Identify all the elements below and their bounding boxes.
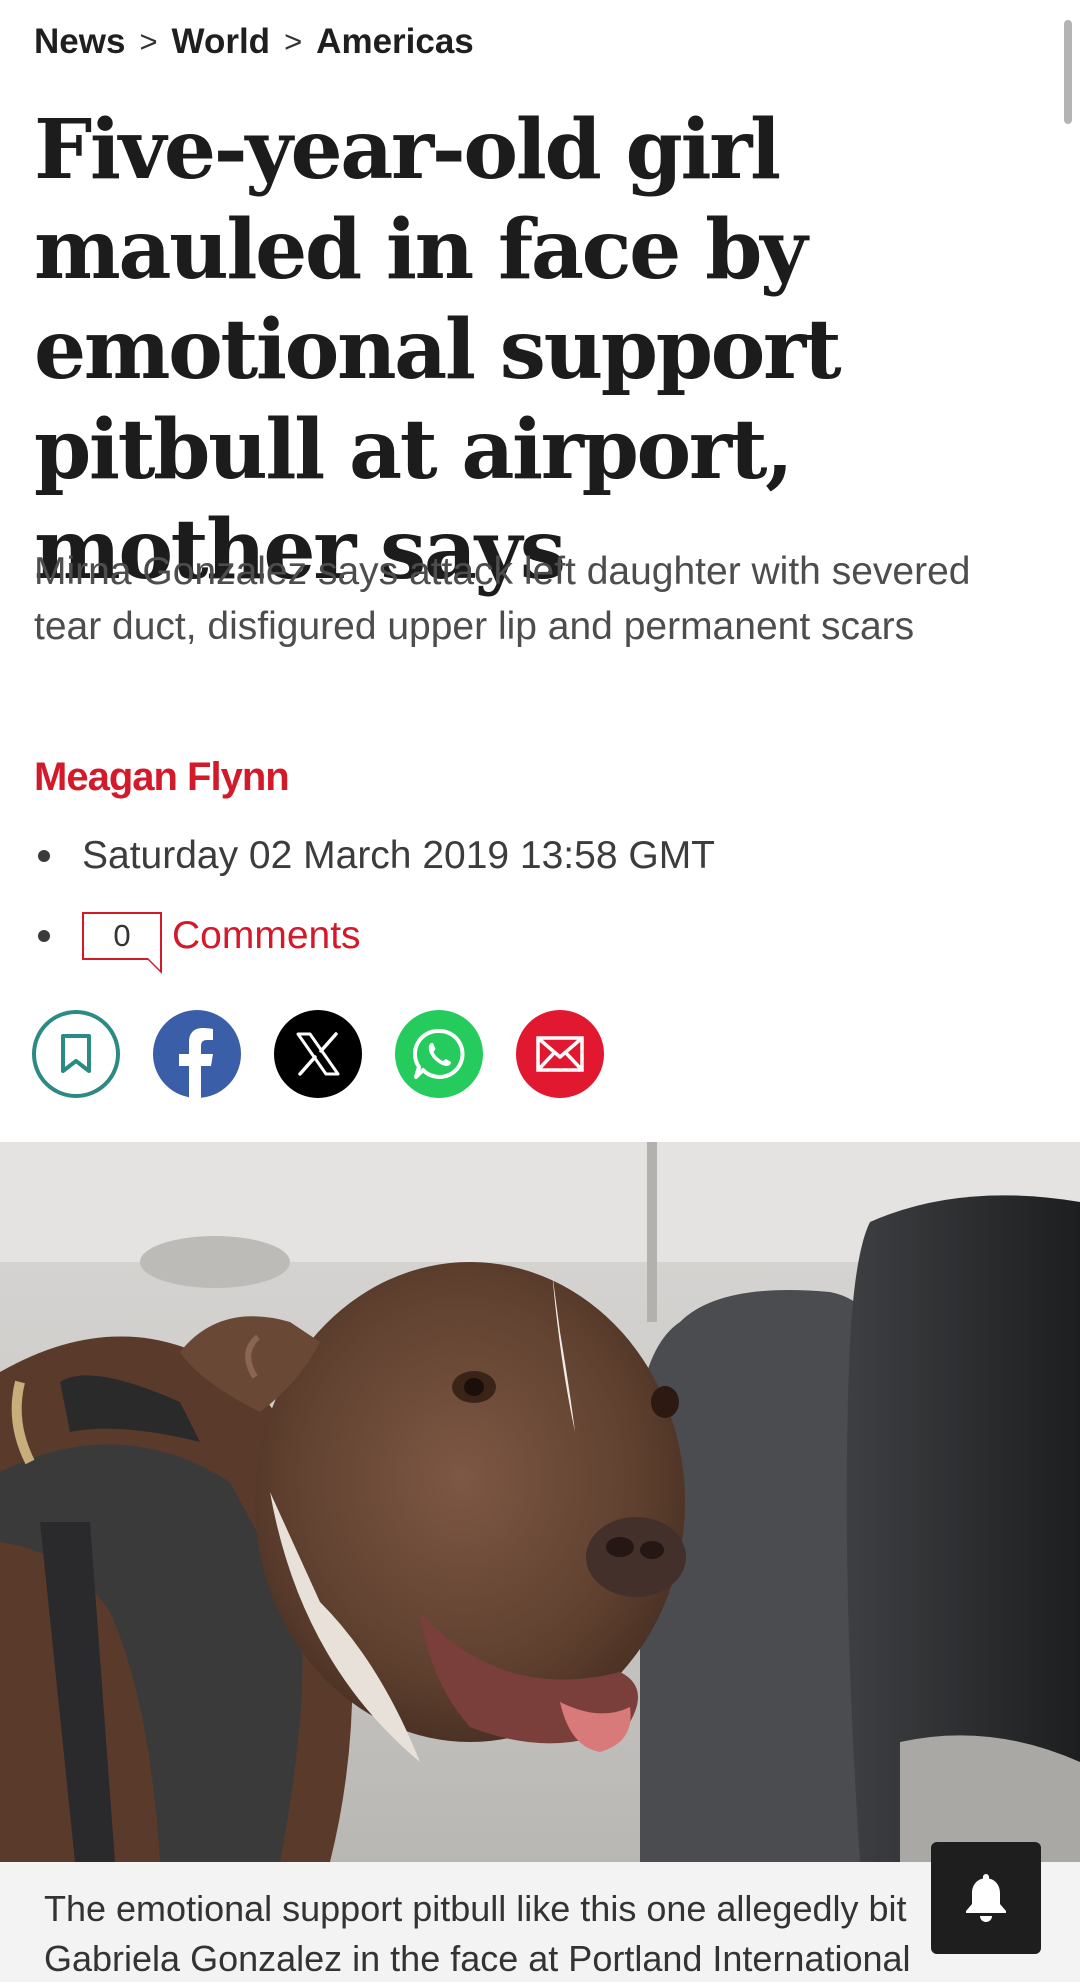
bookmark-button[interactable] [32,1010,120,1098]
publish-date-row: Saturday 02 March 2019 13:58 GMT [34,826,715,886]
hero-image [0,1142,1080,1862]
x-icon [296,1032,340,1076]
share-bar [32,1010,604,1098]
article-meta: Saturday 02 March 2019 13:58 GMT 0 Comme… [34,826,715,986]
breadcrumb-separator: > [139,24,158,59]
comments-row: 0 Comments [34,906,715,974]
whatsapp-icon [413,1028,465,1079]
scrollbar[interactable] [1064,20,1072,124]
breadcrumb-separator: > [284,24,303,59]
email-share-button[interactable] [516,1010,604,1098]
facebook-share-button[interactable] [153,1010,241,1098]
breadcrumb-world[interactable]: World [172,22,271,62]
headline: Five-year-old girl mauled in face by emo… [34,102,842,598]
bullet [38,850,50,862]
caption-text: The emotional support pitbull like this … [44,1888,911,1979]
comment-count-badge: 0 [82,912,162,974]
breadcrumb-americas[interactable]: Americas [316,22,474,62]
bell-icon [966,1874,1006,1922]
notification-button[interactable] [931,1842,1041,1954]
standfirst: Mirna Gonzalez says attack left daughter… [34,550,971,648]
breadcrumb: News > World > Americas [34,22,474,62]
x-share-button[interactable] [274,1010,362,1098]
publish-date: Saturday 02 March 2019 13:58 GMT [82,834,716,877]
comments-link[interactable]: 0 Comments [82,912,361,974]
breadcrumb-news[interactable]: News [34,22,125,62]
author-link[interactable]: Meagan Flynn [34,755,290,800]
bullet [38,930,50,942]
facebook-icon [179,1028,213,1098]
pitbull-photo [0,1142,1080,1862]
image-caption: The emotional support pitbull like this … [0,1862,1080,1982]
envelope-icon [536,1036,584,1072]
whatsapp-share-button[interactable] [395,1010,483,1098]
bookmark-icon [61,1034,91,1073]
comments-label: Comments [172,914,361,957]
